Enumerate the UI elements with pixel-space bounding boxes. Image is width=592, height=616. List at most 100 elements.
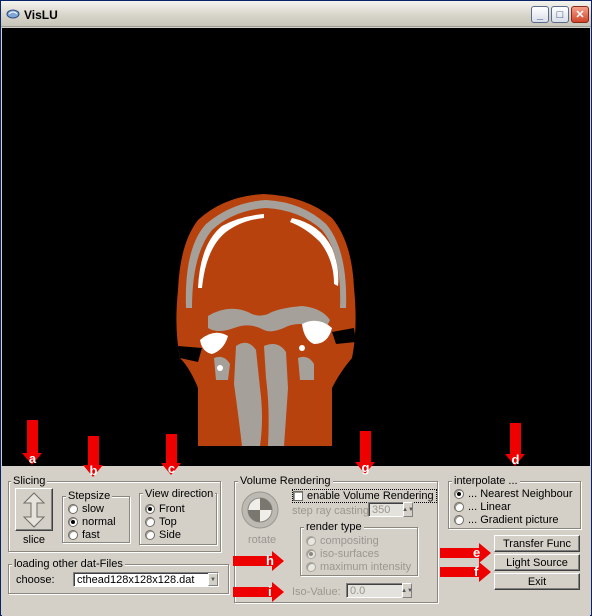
close-icon: ✕ [575,9,585,21]
annotation-label-e: e [473,545,481,560]
step-ray-casting-input[interactable]: 350 [368,502,404,517]
slicing-legend: Slicing [11,475,48,487]
radio-selected-icon [306,549,316,559]
annotation-arrow-a: a [22,420,42,468]
annotation-arrow-h: h [233,551,287,571]
annotation-label-g: g [361,460,370,475]
rotate-icon [241,491,279,529]
load-files-legend: loading other dat-Files [12,558,125,570]
spinner-arrows-icon: ▲▼ [402,506,414,513]
light-source-label: Light Source [506,556,568,569]
render-iso-surfaces-label: iso-surfaces [320,548,380,560]
interp-gradient-label: ... Gradient picture [468,514,559,526]
choose-label: choose: [16,574,55,586]
annotation-label-a: a [28,451,37,466]
stepsize-fast-radio[interactable]: fast [68,529,100,541]
render-compositing-label: compositing [320,535,379,547]
exit-button[interactable]: Exit [494,573,580,590]
close-button[interactable]: ✕ [571,6,589,23]
interp-linear-radio[interactable]: ... Linear [454,501,511,513]
stepsize-slow-label: slow [82,503,105,515]
step-ray-casting-spinner[interactable]: ▲▼ [402,502,414,517]
radio-icon [454,502,464,512]
radio-icon [306,562,316,572]
interp-gradient-radio[interactable]: ... Gradient picture [454,514,559,526]
interp-nearest-radio[interactable]: ... Nearest Neighbour [454,488,573,500]
render-max-intensity-label: maximum intensity [320,561,412,573]
view-top-label: Top [159,516,177,528]
rotate-label: rotate [248,534,277,546]
spinner-arrows-icon: ▲▼ [401,587,413,594]
annotation-arrow-g: g [355,431,375,479]
slice-label: slice [23,534,46,546]
iso-value: 0.0 [350,584,366,597]
step-ray-casting-value: 350 [372,503,391,516]
iso-value-spinner[interactable]: ▲▼ [401,583,413,598]
enable-volume-rendering-checkbox[interactable]: enable Volume Rendering [292,489,437,503]
exit-label: Exit [527,575,547,588]
annotation-label-f: f [474,564,479,579]
maximize-icon: □ [556,8,564,21]
render-type-legend: render type [304,521,364,533]
stepsize-normal-label: normal [82,516,116,528]
file-select[interactable]: cthead128x128x128.dat [73,572,219,587]
radio-icon [145,517,155,527]
minimize-icon: _ [536,8,544,21]
iso-value-input[interactable]: 0.0 [346,583,403,598]
radio-icon [306,536,316,546]
view-front-radio[interactable]: Front [145,503,185,515]
iso-value-label: Iso-Value: [292,586,341,598]
transfer-func-label: Transfer Func [502,537,572,550]
app-icon [6,9,20,19]
annotation-arrow-c: c [161,434,181,482]
interp-linear-label: ... Linear [468,501,511,513]
interpolate-legend: interpolate ... [452,475,520,487]
radio-icon [68,504,78,514]
stepsize-fast-label: fast [82,529,100,541]
render-canvas[interactable] [2,28,590,466]
radio-selected-icon [68,517,78,527]
enable-volume-rendering-label: enable Volume Rendering [307,490,434,502]
view-side-label: Side [159,529,182,541]
view-front-label: Front [159,503,185,515]
maximize-button[interactable]: □ [551,6,569,23]
transfer-func-button[interactable]: Transfer Func [494,535,580,552]
view-top-radio[interactable]: Top [145,516,177,528]
annotation-label-d: d [511,452,520,467]
view-direction-legend: View direction [143,488,216,500]
slice-button[interactable] [15,488,53,531]
stepsize-normal-radio[interactable]: normal [68,516,116,528]
view-side-radio[interactable]: Side [145,529,181,541]
radio-icon [68,530,78,540]
annotation-label-h: h [266,553,274,568]
annotation-arrow-f: f [440,562,494,582]
render-max-intensity-radio[interactable]: maximum intensity [306,561,411,573]
radio-icon [145,530,155,540]
radio-selected-icon [145,504,155,514]
interp-nearest-label: ... Nearest Neighbour [468,488,573,500]
annotation-label-b: b [89,463,98,478]
file-select-dropdown-button[interactable]: ▼ [208,573,218,586]
file-select-value: cthead128x128x128.dat [77,573,195,586]
checkbox-icon [293,491,303,501]
minimize-button[interactable]: _ [531,6,549,23]
annotation-arrow-i: i [233,582,287,602]
annotation-arrow-d: d [505,423,525,471]
light-source-button[interactable]: Light Source [494,554,580,571]
stepsize-slow-radio[interactable]: slow [68,503,104,515]
render-compositing-radio[interactable]: compositing [306,535,379,547]
radio-selected-icon [454,489,464,499]
annotation-label-i: i [268,584,272,599]
rotate-control[interactable] [240,490,280,530]
annotation-label-c: c [167,461,176,476]
render-iso-surfaces-radio[interactable]: iso-surfaces [306,548,379,560]
double-arrow-icon [22,491,46,528]
annotation-arrow-e: e [440,543,494,563]
step-ray-casting-label: step ray casting [292,505,370,517]
chevron-down-icon: ▼ [210,576,216,583]
volume-rendering-legend: Volume Rendering [238,475,333,487]
stepsize-legend: Stepsize [66,490,113,502]
radio-icon [454,515,464,525]
title-bar[interactable]: VisLU _ □ ✕ [1,1,591,27]
annotation-arrow-b: b [83,436,103,484]
